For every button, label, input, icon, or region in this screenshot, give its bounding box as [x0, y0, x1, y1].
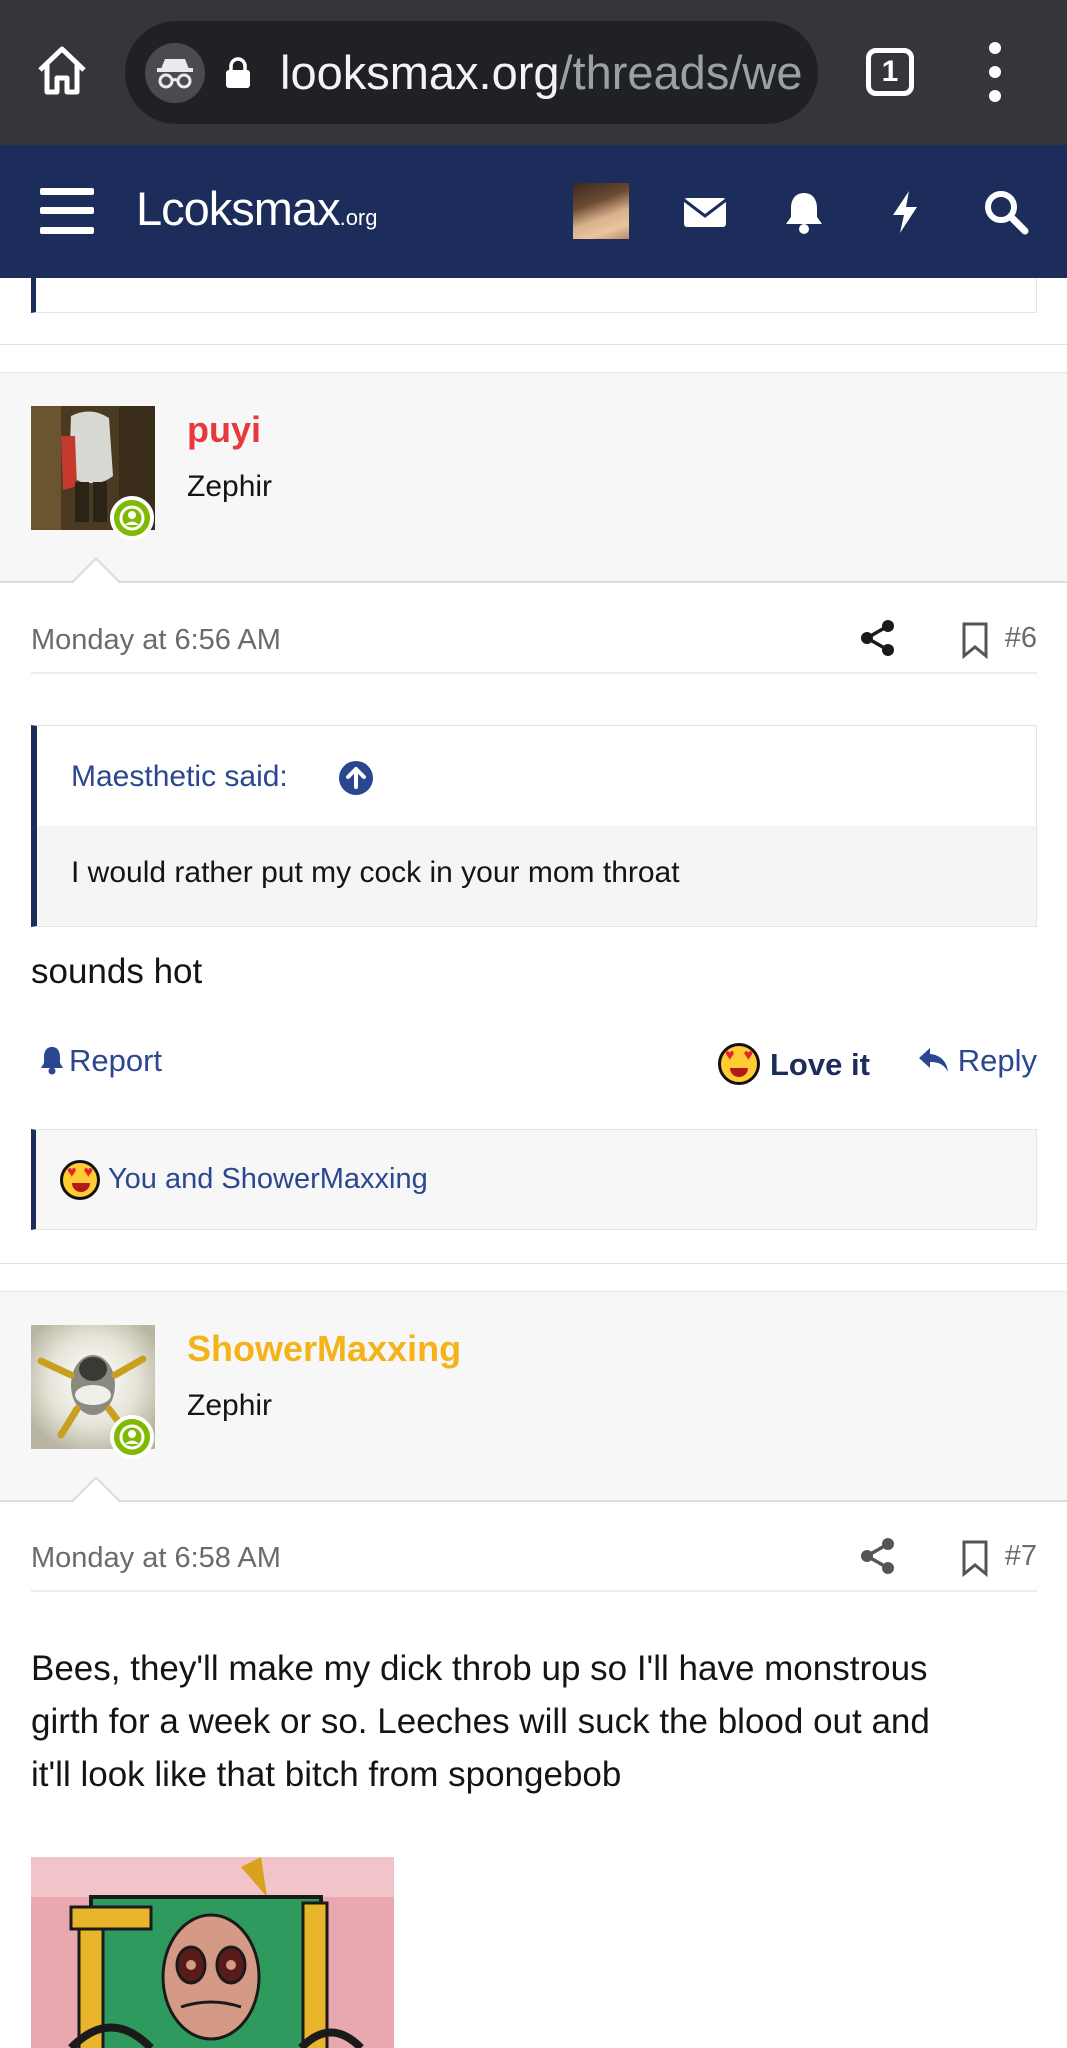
message-arrow [70, 1476, 122, 1503]
search-icon[interactable] [979, 185, 1033, 239]
address-bar[interactable]: looksmax.org/threads/wе [125, 21, 818, 124]
heart-eyes-emoji-icon [718, 1043, 760, 1085]
username[interactable]: puyi [187, 409, 261, 451]
post-user-header: puyi Zephir [0, 372, 1067, 584]
bookmark-icon[interactable] [959, 1538, 991, 1578]
post-user-header: ShowerMaxxing Zephir [0, 1291, 1067, 1503]
online-status-icon [110, 496, 154, 540]
post-body-line: girth for a week or so. Leeches will suc… [31, 1702, 930, 1741]
post-body-line: it'll look like that bitch from spongebo… [31, 1755, 622, 1794]
url-text: looksmax.org/threads/wе [280, 45, 802, 101]
account-avatar[interactable] [573, 183, 629, 239]
quote-block: Maesthetic said: I would rather put my c… [31, 725, 1037, 927]
reactions-summary[interactable]: You and ShowerMaxxing [60, 1160, 428, 1200]
quote-body: I would rather put my cock in your mom t… [37, 826, 1036, 926]
hamburger-menu-icon[interactable] [40, 186, 94, 236]
post-body: Bees, they'll make my dick throb up so I… [31, 1642, 930, 1801]
bell-icon[interactable] [777, 185, 831, 239]
love-it-label: Love it [770, 1047, 870, 1082]
quote-text: I would rather put my cock in your mom t… [71, 856, 680, 889]
bolt-icon[interactable] [878, 185, 932, 239]
reply-button[interactable]: Reply [916, 1043, 1037, 1079]
menu-dots-icon[interactable] [980, 40, 1010, 104]
quote-author[interactable]: Maesthetic said: [71, 760, 288, 794]
online-status-icon [110, 1415, 154, 1459]
post-body-line: Bees, they'll make my dick throb up so I… [31, 1649, 928, 1688]
username[interactable]: ShowerMaxxing [187, 1328, 461, 1370]
url-path: /threads/wе [559, 46, 803, 99]
browser-toolbar: looksmax.org/threads/wе 1 [0, 0, 1067, 145]
post-separator [0, 344, 1067, 372]
arrow-up-circle-icon[interactable] [339, 761, 373, 795]
home-icon[interactable] [34, 42, 90, 98]
incognito-icon [145, 43, 205, 103]
post-actions: Report Love it Reply [31, 1035, 1037, 1095]
report-label: Report [69, 1043, 163, 1078]
post-meta: Monday at 6:56 AM #6 [31, 614, 1037, 674]
share-icon[interactable] [858, 1536, 898, 1576]
share-icon[interactable] [858, 618, 898, 658]
envelope-icon[interactable] [678, 185, 732, 239]
report-button[interactable]: Report [39, 1043, 162, 1079]
logo-text: Lcoksmax [136, 182, 341, 235]
reactions-label: You and ShowerMaxxing [108, 1163, 428, 1195]
love-it-button[interactable]: Love it [718, 1043, 870, 1085]
site-header: Lcoksmax.org [0, 145, 1067, 278]
post-number[interactable]: #7 [1005, 1540, 1037, 1573]
message-arrow [70, 557, 122, 584]
reply-label: Reply [957, 1043, 1037, 1078]
post-date[interactable]: Monday at 6:58 AM [31, 1542, 281, 1575]
bookmark-icon[interactable] [959, 620, 991, 660]
user-title: Zephir [187, 470, 273, 503]
user-title: Zephir [187, 1389, 273, 1422]
reply-arrow-icon [918, 1048, 948, 1072]
url-host: looksmax.org [280, 46, 560, 99]
attached-image[interactable] [31, 1857, 394, 2048]
post-date[interactable]: Monday at 6:56 AM [31, 624, 281, 657]
post-separator [0, 1263, 1067, 1291]
logo-suffix: .org [339, 205, 378, 230]
tab-switcher-button[interactable]: 1 [866, 48, 914, 96]
heart-eyes-emoji-icon [60, 1160, 100, 1200]
quote-header: Maesthetic said: [37, 726, 1036, 826]
lock-icon [226, 57, 250, 88]
post-number[interactable]: #6 [1005, 622, 1037, 655]
post-body: sounds hot [31, 952, 203, 991]
post-meta: Monday at 6:58 AM #7 [31, 1532, 1037, 1592]
bell-icon [41, 1047, 63, 1075]
previous-reactions-bar [31, 278, 1037, 313]
site-logo[interactable]: Lcoksmax.org [136, 181, 378, 236]
reactions-bar[interactable]: You and ShowerMaxxing [31, 1129, 1037, 1230]
